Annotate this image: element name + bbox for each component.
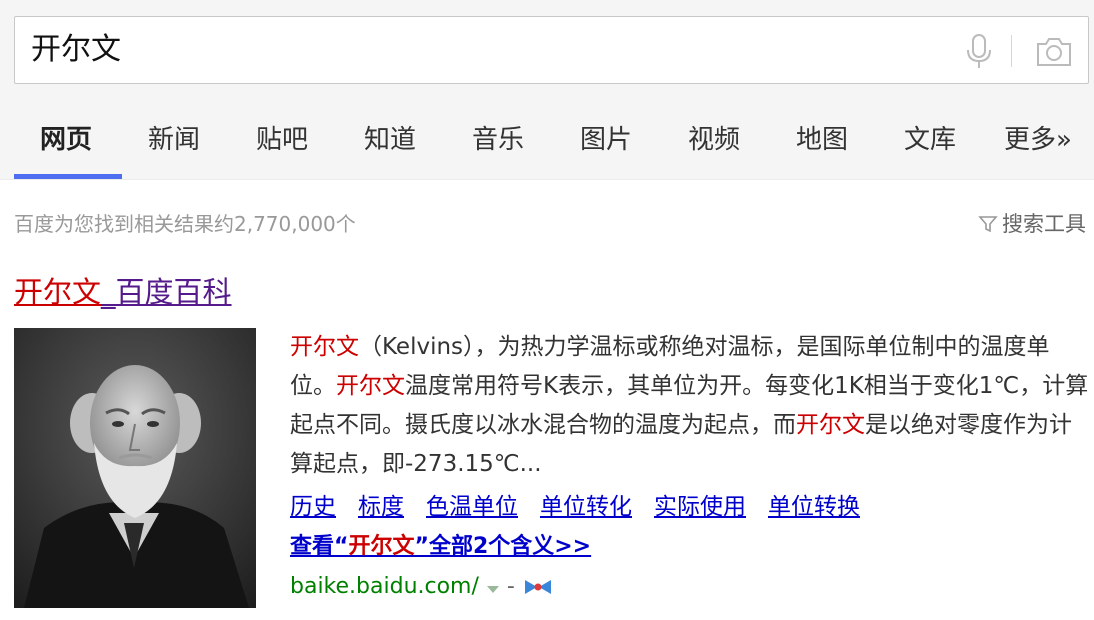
result-title-link[interactable]: 开尔文_百度百科: [14, 272, 232, 312]
active-tab-indicator: [14, 174, 122, 179]
result-title-rest[interactable]: _百度百科: [101, 275, 232, 309]
filter-icon: [978, 216, 998, 233]
search-tools-label: 搜索工具: [1002, 212, 1086, 236]
microphone-icon[interactable]: [963, 33, 995, 71]
sub-link-unit-conversion[interactable]: 单位转换: [768, 488, 860, 526]
sub-link-color-temp[interactable]: 色温单位: [426, 488, 518, 526]
abstract-keyword: 开尔文: [796, 412, 865, 438]
tab-tieba[interactable]: 贴吧: [256, 122, 308, 158]
search-input[interactable]: 开尔文: [31, 31, 121, 69]
search-divider: [1011, 35, 1012, 67]
vertical-tabs: 网页 新闻 贴吧 知道 音乐 图片 视频 地图 文库 更多»: [0, 104, 1094, 180]
search-area: 开尔文: [0, 0, 1094, 104]
result-url[interactable]: baike.baidu.com/: [290, 568, 479, 606]
tab-zhidao[interactable]: 知道: [364, 122, 416, 158]
result-url-line: baike.baidu.com/ -: [290, 568, 553, 606]
tab-wenku[interactable]: 文库: [904, 122, 956, 158]
baike-bowtie-icon[interactable]: [523, 578, 553, 596]
tab-more[interactable]: 更多»: [1004, 122, 1072, 158]
see-all-prefix: 查看“: [290, 534, 349, 559]
sub-link-scale[interactable]: 标度: [358, 488, 404, 526]
tab-music[interactable]: 音乐: [472, 122, 524, 158]
see-all-keyword: 开尔文: [348, 534, 415, 559]
url-dropdown-icon[interactable]: [486, 585, 499, 593]
tab-video[interactable]: 视频: [688, 122, 740, 158]
see-all-suffix: ”全部2个含义>>: [414, 534, 592, 559]
tab-news[interactable]: 新闻: [148, 122, 200, 158]
search-tools-button[interactable]: 搜索工具: [978, 210, 1086, 238]
camera-icon[interactable]: [1035, 35, 1073, 69]
sub-link-history[interactable]: 历史: [290, 488, 336, 526]
see-all-meanings-link[interactable]: 查看“开尔文”全部2个含义>>: [290, 528, 591, 566]
tab-images[interactable]: 图片: [580, 122, 632, 158]
abstract-keyword: 开尔文: [290, 334, 359, 360]
results-meta: 百度为您找到相关结果约2,770,000个 搜索工具: [0, 180, 1094, 270]
url-separator: -: [506, 574, 515, 599]
result-title-highlight[interactable]: 开尔文: [14, 275, 101, 309]
sub-links: 历史 标度 色温单位 单位转化 实际使用 单位转换: [290, 488, 860, 526]
result-thumbnail[interactable]: [14, 328, 256, 608]
abstract-keyword: 开尔文: [336, 373, 405, 399]
tab-web[interactable]: 网页: [40, 122, 92, 158]
result-abstract: 开尔文（Kelvins），为热力学温标或称绝对温标，是国际单位制中的温度单位。开…: [290, 328, 1090, 484]
search-box[interactable]: 开尔文: [14, 16, 1089, 84]
result-count: 百度为您找到相关结果约2,770,000个: [14, 212, 356, 236]
tab-map[interactable]: 地图: [796, 122, 848, 158]
sub-link-practical-use[interactable]: 实际使用: [654, 488, 746, 526]
sub-link-unit-convert[interactable]: 单位转化: [540, 488, 632, 526]
portrait-image: [14, 328, 256, 608]
